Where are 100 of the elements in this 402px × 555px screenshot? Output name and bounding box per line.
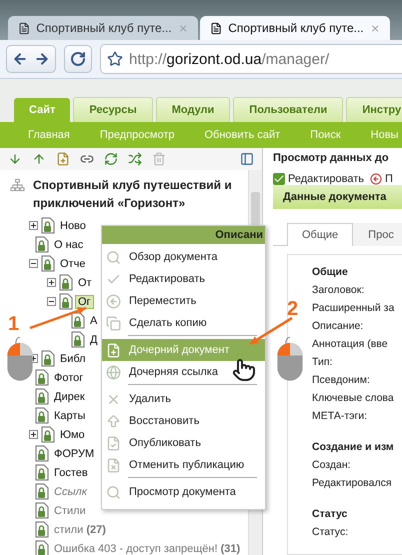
- expand-icon[interactable]: [47, 278, 56, 287]
- locked-document-icon: [35, 464, 49, 481]
- field-label: Редактировался: [312, 476, 393, 491]
- nav-tab[interactable]: Модули: [156, 97, 230, 122]
- page-title: Просмотр данных до: [273, 152, 390, 166]
- tree-item[interactable]: Стили: [52, 504, 88, 516]
- step-number: 1: [8, 313, 20, 336]
- menu-item[interactable]: Восстановить: [102, 410, 265, 432]
- action-button[interactable]: П: [370, 173, 393, 185]
- tree-item[interactable]: Дирек: [52, 390, 87, 402]
- tree-item[interactable]: стили (27): [52, 524, 108, 536]
- tree-item[interactable]: Ошибка 403 - доступ запрещён! (31): [52, 542, 242, 554]
- tree-item[interactable]: О нас: [52, 238, 86, 250]
- expand-icon[interactable]: [29, 221, 38, 230]
- page-icon: [18, 22, 30, 34]
- nav-tab[interactable]: Ресурсы: [73, 97, 153, 122]
- menu-item[interactable]: Опубликовать: [102, 432, 265, 454]
- tab-title: Спортивный клуб путе...: [228, 21, 364, 35]
- back-icon[interactable]: [12, 51, 28, 67]
- locked-document-icon: [35, 483, 49, 500]
- menu-item[interactable]: Сделать копию: [102, 312, 265, 334]
- section-heading: Общие: [312, 265, 349, 280]
- nav-tab[interactable]: Инстру: [346, 97, 402, 122]
- forward-icon[interactable]: [34, 51, 50, 67]
- globe-icon: [106, 364, 121, 380]
- tree-item[interactable]: Отче: [58, 258, 88, 270]
- menu-item[interactable]: Редактировать: [102, 268, 265, 290]
- tree-item[interactable]: Фотог: [52, 372, 86, 384]
- reload-button[interactable]: [64, 45, 92, 73]
- locked-document-icon: [41, 255, 55, 272]
- field-label: Статус:: [312, 525, 350, 540]
- menu-item[interactable]: Дочерняя ссылка: [102, 361, 265, 383]
- field-label: Расширенный за: [312, 301, 396, 316]
- tree-item[interactable]: Ссылк: [52, 486, 89, 498]
- back-forward-button[interactable]: [6, 45, 56, 73]
- panel-header: Данные документа: [273, 185, 402, 209]
- locked-document-icon: [71, 331, 85, 348]
- menu-item[interactable]: Переместить: [102, 290, 265, 312]
- panel-icon[interactable]: [240, 152, 254, 166]
- file-plus-icon: [106, 342, 121, 358]
- locked-document-icon: [35, 369, 49, 386]
- locked-document-icon: [35, 236, 49, 253]
- file-check-icon: [106, 436, 121, 450]
- field-label: Ключевые слова: [312, 391, 395, 406]
- tab-title: Спортивный клуб путе...: [36, 21, 172, 35]
- field-label: Тип:: [312, 355, 334, 370]
- check-icon: [273, 173, 285, 185]
- tree-item[interactable]: Ог: [76, 296, 93, 308]
- locked-document-icon: [41, 426, 55, 443]
- tree-item[interactable]: Гостев: [52, 466, 90, 478]
- nav-tab[interactable]: Пользователи: [233, 97, 344, 122]
- url-text: http://gorizont.od.ua/manager/: [129, 50, 330, 68]
- collapse-icon[interactable]: [47, 297, 56, 306]
- field-label: Псевдоним:: [312, 373, 371, 388]
- site-title[interactable]: Спортивный клуб путешествий и приключений «Горизонт»: [32, 176, 248, 212]
- shuffle-icon[interactable]: [128, 152, 142, 166]
- sitemap-icon: [10, 178, 25, 192]
- expand-icon[interactable]: [29, 430, 38, 439]
- locked-document-icon: [41, 350, 55, 367]
- tree-item[interactable]: ФОРУМ: [52, 448, 96, 460]
- step-number: 2: [287, 298, 298, 321]
- collapse-icon[interactable]: [29, 259, 38, 268]
- tree-item[interactable]: От: [76, 276, 94, 288]
- locked-document-icon: [35, 521, 49, 538]
- arrow: [30, 306, 86, 330]
- tree-item[interactable]: Карты: [52, 410, 88, 422]
- search-icon: [106, 250, 121, 264]
- arrow-circle-icon: [370, 173, 382, 185]
- down-arrow-icon[interactable]: [8, 152, 22, 166]
- close-icon[interactable]: [370, 22, 380, 34]
- up-arrow-icon[interactable]: [32, 152, 46, 166]
- tree-item[interactable]: Юмо: [58, 428, 87, 440]
- browser-tab[interactable]: Спортивный клуб путе...: [200, 16, 390, 40]
- section-heading: Создание и изм: [312, 440, 395, 455]
- menu-item[interactable]: Обзор документа: [102, 246, 265, 268]
- star-icon[interactable]: [107, 51, 123, 67]
- menu-item[interactable]: Удалить: [102, 388, 265, 410]
- address-bar[interactable]: http://gorizont.od.ua/manager/: [100, 44, 402, 74]
- tree-item[interactable]: Д: [88, 334, 100, 346]
- document-tab[interactable]: Общие: [287, 223, 354, 246]
- menu-item[interactable]: Просмотр документа: [102, 481, 265, 503]
- browser-tab[interactable]: Спортивный клуб путе...: [8, 16, 198, 40]
- menu-header: Описани: [102, 226, 265, 244]
- action-button[interactable]: Редактировать: [273, 173, 364, 185]
- locked-document-icon: [35, 502, 49, 519]
- tree-item[interactable]: А: [88, 314, 100, 326]
- tree-item[interactable]: Ново: [58, 220, 88, 232]
- document-tab[interactable]: Прос: [353, 223, 402, 246]
- field-label: МЕТА-тэги:: [312, 409, 368, 424]
- locked-document-icon: [59, 274, 73, 291]
- file-x-icon: [106, 458, 121, 472]
- tree-item[interactable]: Библ: [58, 352, 88, 364]
- locked-document-icon: [35, 407, 49, 424]
- field-label: Описание:: [312, 319, 364, 334]
- locked-document-icon: [35, 388, 49, 405]
- menu-item[interactable]: Отменить публикацию: [102, 454, 265, 476]
- copy-icon: [106, 316, 121, 330]
- refresh-icon[interactable]: [104, 152, 118, 166]
- file-plus-icon[interactable]: [56, 152, 70, 166]
- hand-cursor-icon: [232, 358, 256, 382]
